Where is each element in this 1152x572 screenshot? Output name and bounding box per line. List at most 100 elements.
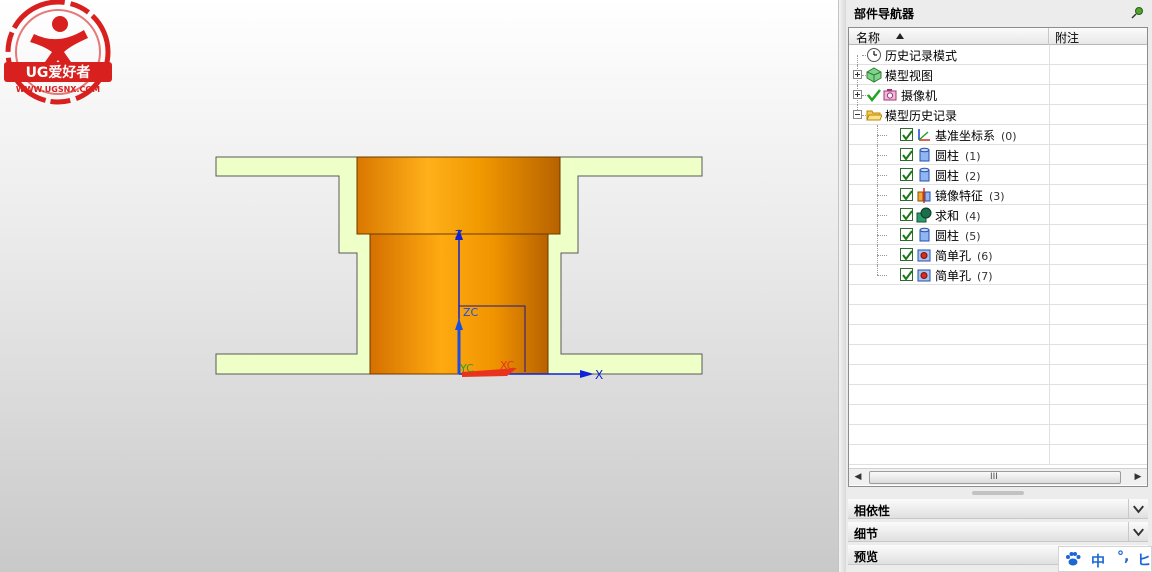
scroll-grip: III — [990, 472, 998, 482]
collapse-icon[interactable] — [853, 110, 862, 119]
pin-icon[interactable] — [1130, 6, 1144, 20]
tree-row-label: 简单孔 (7) — [935, 269, 993, 283]
tree-row[interactable]: 求和 (4) — [849, 205, 1147, 225]
model-views-icon — [866, 67, 882, 83]
z-axis-label: Z — [455, 228, 463, 241]
x-axis-label: X — [595, 368, 603, 382]
visibility-checkbox[interactable] — [900, 188, 913, 201]
empty-row — [849, 425, 1147, 445]
section-dependencies[interactable]: 相依性 — [848, 499, 1148, 519]
tree-row-label: 镜像特征 (3) — [935, 189, 1005, 203]
ime-more-toggle[interactable]: ヒ — [1137, 550, 1151, 570]
section-preview-label: 预览 — [854, 550, 879, 564]
yc-axis-label: YC — [459, 362, 474, 375]
empty-row — [849, 445, 1147, 465]
hole-icon — [917, 249, 931, 262]
tree-row[interactable]: 圆柱 (1) — [849, 145, 1147, 165]
empty-row — [849, 305, 1147, 325]
tree-row-label: 求和 (4) — [935, 209, 981, 223]
column-name[interactable]: 名称 — [849, 28, 1049, 45]
panel-splitter[interactable] — [838, 0, 846, 572]
empty-row — [849, 285, 1147, 305]
cylinder-icon — [919, 227, 930, 242]
unite-icon — [916, 207, 932, 223]
expand-icon[interactable] — [853, 70, 862, 79]
sort-ascending-icon — [896, 33, 904, 39]
cylinder-head[interactable] — [356, 156, 561, 235]
tree-row[interactable]: 历史记录模式 — [849, 45, 1147, 65]
empty-row — [849, 405, 1147, 425]
visibility-checkbox[interactable] — [900, 168, 913, 181]
visibility-checkbox[interactable] — [900, 248, 913, 261]
tree-row-label: 圆柱 (2) — [935, 169, 981, 183]
panel-title: 部件导航器 — [854, 7, 915, 21]
tree-rows: 历史记录模式 模型视图摄像机模型历史记录基准坐标系 (0) 圆柱 (1) 圆柱 (2) 镜像特… — [849, 45, 1147, 465]
feature-index: (7) — [977, 270, 993, 283]
feature-index: (4) — [965, 210, 981, 223]
column-name-label: 名称 — [856, 31, 881, 45]
part-navigator-panel: 部件导航器 名称 附注 历史记录模式 模型视图摄像机模型历史记录基准坐标系 (0) 圆… — [846, 0, 1152, 572]
chevron-down-icon[interactable] — [1128, 499, 1148, 519]
tree-row-label: 圆柱 (1) — [935, 149, 981, 163]
tree-row-label: 基准坐标系 (0) — [935, 129, 1017, 143]
empty-row — [849, 345, 1147, 365]
navigator-tree[interactable]: 名称 附注 历史记录模式 模型视图摄像机模型历史记录基准坐标系 (0) 圆柱 (1) 圆柱… — [848, 27, 1148, 487]
tree-row[interactable]: 模型历史记录 — [849, 105, 1147, 125]
tree-row[interactable]: 模型视图 — [849, 65, 1147, 85]
cylinder-icon — [919, 167, 930, 182]
tree-row[interactable]: 圆柱 (2) — [849, 165, 1147, 185]
section-details-label: 细节 — [854, 527, 879, 541]
ug-fans-logo: UG爱好者 WWW.UGSNX.COM — [4, 0, 112, 105]
feature-index: (5) — [965, 230, 981, 243]
tree-row-label: 模型视图 — [885, 69, 934, 83]
clock-icon — [867, 48, 881, 62]
expand-icon[interactable] — [853, 90, 862, 99]
feature-index: (0) — [1001, 130, 1017, 143]
hole-icon — [917, 269, 931, 282]
tree-row[interactable]: 摄像机 — [849, 85, 1147, 105]
tree-row[interactable]: 圆柱 (5) — [849, 225, 1147, 245]
tree-row-label: 摄像机 — [901, 89, 938, 103]
visibility-checkbox[interactable] — [900, 148, 913, 161]
feature-index: (6) — [977, 250, 993, 263]
empty-row — [849, 385, 1147, 405]
ime-punctuation-toggle[interactable]: °, — [1117, 549, 1129, 565]
tree-row[interactable]: 简单孔 (7) — [849, 265, 1147, 285]
graphics-viewport[interactable]: Z X ZC XC YC UG爱好者 WWW.UGSNX.COM — [0, 0, 838, 572]
panel-header: 部件导航器 — [846, 0, 1152, 26]
visibility-checkbox[interactable] — [900, 128, 913, 141]
resize-grip[interactable] — [972, 491, 1024, 495]
datum-csys-icon — [918, 129, 930, 141]
folder-open-icon — [866, 110, 882, 121]
section-details[interactable]: 细节 — [848, 522, 1148, 542]
zc-axis-label: ZC — [463, 306, 479, 319]
tree-row-label: 历史记录模式 — [885, 49, 958, 63]
logo-brand-text: UG爱好者 — [26, 64, 91, 81]
feature-index: (2) — [965, 170, 981, 183]
ime-toolbar[interactable]: 中 °, ヒ — [1058, 546, 1152, 572]
model-canvas[interactable]: Z X ZC XC YC — [0, 0, 838, 572]
tree-row[interactable]: 基准坐标系 (0) — [849, 125, 1147, 145]
paw-icon[interactable] — [1065, 551, 1081, 567]
tree-row-label: 简单孔 (6) — [935, 249, 993, 263]
ime-language-toggle[interactable]: 中 — [1091, 551, 1105, 571]
camera-icon — [883, 89, 897, 101]
tree-row[interactable]: 简单孔 (6) — [849, 245, 1147, 265]
scroll-right-arrow-icon[interactable]: ▶ — [1131, 471, 1145, 484]
scroll-thumb[interactable]: III — [869, 471, 1121, 484]
chevron-down-icon[interactable] — [1128, 522, 1148, 542]
empty-row — [849, 325, 1147, 345]
feature-index: (3) — [989, 190, 1005, 203]
horizontal-scrollbar[interactable]: ◀ III ▶ — [849, 468, 1147, 485]
scroll-left-arrow-icon[interactable]: ◀ — [851, 471, 865, 484]
visibility-checkbox[interactable] — [900, 268, 913, 281]
column-header: 名称 附注 — [849, 28, 1147, 45]
mirror-feature-icon — [917, 188, 931, 203]
empty-row — [849, 365, 1147, 385]
visibility-checkbox[interactable] — [900, 208, 913, 221]
feature-index: (1) — [965, 150, 981, 163]
tree-row[interactable]: 镜像特征 (3) — [849, 185, 1147, 205]
visibility-checkbox[interactable] — [900, 228, 913, 241]
visible-check-icon[interactable] — [866, 87, 882, 103]
column-note-label[interactable]: 附注 — [1055, 29, 1079, 46]
